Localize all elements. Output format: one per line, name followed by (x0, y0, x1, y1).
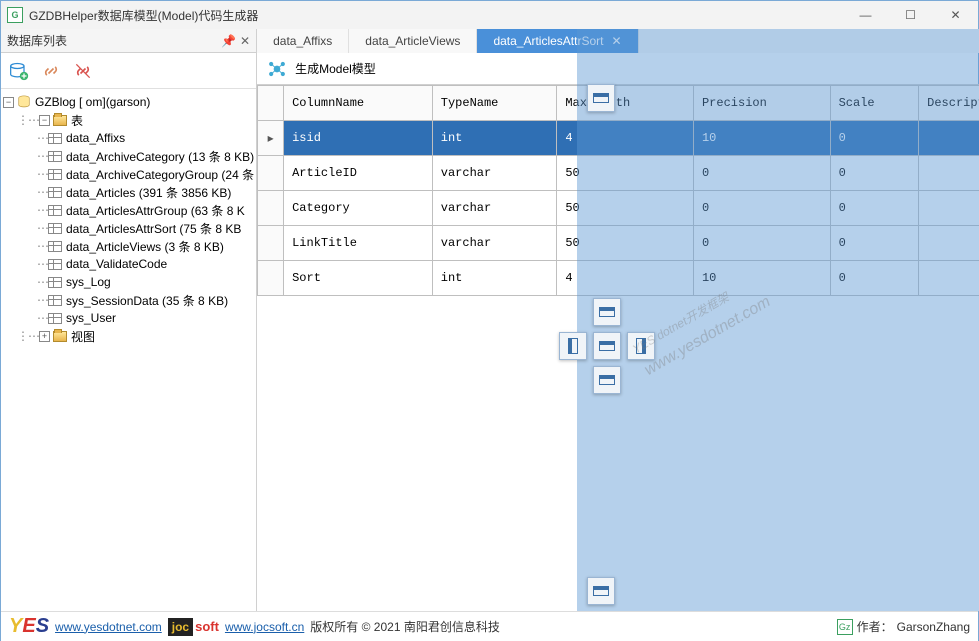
tab[interactable]: data_ArticleViews (349, 29, 477, 53)
table-row[interactable]: ArticleIDvarchar5000 (258, 156, 979, 191)
db-tree[interactable]: − GZBlog [ om](garson) ⋮⋯−表 ⋯data_Affixs… (1, 89, 256, 611)
table-node[interactable]: data_ArticleViews (3 条 8 KB) (66, 238, 224, 255)
table-icon (48, 259, 62, 270)
table-icon (48, 241, 62, 252)
column-header[interactable]: Description (919, 86, 979, 121)
table-node[interactable]: data_ArticlesAttrSort (75 条 8 KB (66, 220, 241, 237)
column-header[interactable]: Precision (693, 86, 830, 121)
folder-icon (53, 115, 67, 126)
maximize-button[interactable]: ☐ (888, 1, 933, 29)
model-icon (267, 59, 287, 79)
sidebar: 数据库列表 📌 ✕ − GZBlog [ om](garson) ⋮⋯−表 ⋯d… (1, 29, 257, 611)
link-yesdotnet[interactable]: www.yesdotnet.com (55, 620, 162, 634)
copyright: 版权所有 © 2021 南阳君创信息科技 (310, 618, 500, 635)
table-icon (48, 133, 62, 144)
add-db-icon[interactable] (9, 61, 29, 81)
tables-folder[interactable]: 表 (71, 112, 83, 129)
title-bar: G GZDBHelper数据库模型(Model)代码生成器 — ☐ ✕ (1, 1, 978, 29)
expander-icon[interactable]: − (39, 115, 50, 126)
data-grid[interactable]: ColumnNameTypeNameMaxLengthPrecisionScal… (257, 85, 979, 611)
pin-icon[interactable]: 📌 (221, 34, 236, 48)
tab-label: data_ArticlesAttrSort (493, 34, 603, 48)
table-icon (48, 295, 62, 306)
table-node[interactable]: data_ArchiveCategory (13 条 8 KB) (66, 148, 254, 165)
jocsoft-logo: jocsoft (168, 618, 219, 636)
table-icon (48, 205, 62, 216)
table-node[interactable]: sys_SessionData (35 条 8 KB) (66, 292, 228, 309)
table-icon (48, 151, 62, 162)
close-panel-icon[interactable]: ✕ (240, 34, 250, 48)
sidebar-toolbar (1, 53, 256, 89)
db-node[interactable]: GZBlog [ om](garson) (35, 95, 150, 109)
tab-bar: data_Affixs data_ArticleViews data_Article… (257, 29, 979, 53)
table-node[interactable]: data_Articles (391 条 3856 KB) (66, 184, 231, 201)
tab-label: data_Affixs (273, 34, 332, 48)
table-icon (48, 223, 62, 234)
sidebar-title: 数据库列表 (7, 32, 67, 49)
table-icon (48, 313, 62, 324)
column-header[interactable]: TypeName (432, 86, 557, 121)
row-indicator (258, 156, 284, 191)
yes-logo: YES (9, 615, 49, 638)
table-node[interactable]: data_ArchiveCategoryGroup (24 条 (66, 166, 254, 183)
table-node[interactable]: data_ValidateCode (66, 257, 167, 271)
app-icon: G (7, 7, 23, 23)
row-indicator (258, 191, 284, 226)
minimize-button[interactable]: — (843, 1, 888, 29)
column-header[interactable]: Scale (830, 86, 919, 121)
row-header (258, 86, 284, 121)
tab[interactable]: data_ArticlesAttrSort ✕ (477, 29, 638, 53)
column-header[interactable]: MaxLength (557, 86, 694, 121)
table-icon (48, 277, 62, 288)
table-row[interactable]: LinkTitlevarchar5000 (258, 226, 979, 261)
tab-close-icon[interactable]: ✕ (611, 34, 621, 48)
table-icon (48, 187, 62, 198)
database-icon (17, 95, 31, 109)
table-row[interactable]: ▸isidint4100 (258, 121, 979, 156)
table-node[interactable]: data_ArticlesAttrGroup (63 条 8 K (66, 202, 245, 219)
row-indicator: ▸ (258, 121, 284, 156)
table-node[interactable]: sys_User (66, 311, 116, 325)
dock-top-edge[interactable] (587, 84, 615, 112)
sidebar-header: 数据库列表 📌 ✕ (1, 29, 256, 53)
dock-bottom-edge[interactable] (587, 577, 615, 605)
folder-icon (53, 331, 67, 342)
expander-icon[interactable]: − (3, 97, 14, 108)
unlink-icon[interactable] (73, 61, 93, 81)
tab[interactable]: data_Affixs (257, 29, 349, 53)
table-row[interactable]: Categoryvarchar5000 (258, 191, 979, 226)
tab-label: data_ArticleViews (365, 34, 460, 48)
sub-header: 生成Model模型 (257, 53, 979, 85)
table-icon (48, 169, 62, 180)
table-node[interactable]: data_Affixs (66, 131, 125, 145)
close-button[interactable]: ✕ (933, 1, 978, 29)
subheader-title: 生成Model模型 (295, 60, 376, 77)
views-folder[interactable]: 视图 (71, 328, 95, 345)
link-icon[interactable] (41, 61, 61, 81)
table-row[interactable]: Sortint4100 (258, 261, 979, 296)
footer: YES www.yesdotnet.com jocsoft www.jocsof… (1, 611, 978, 641)
author-badge-icon: Gz (837, 619, 853, 635)
table-node[interactable]: sys_Log (66, 275, 111, 289)
window-title: GZDBHelper数据库模型(Model)代码生成器 (29, 7, 258, 24)
row-indicator (258, 261, 284, 296)
content-area: data_Affixs data_ArticleViews data_Article… (257, 29, 979, 611)
link-jocsoft[interactable]: www.jocsoft.cn (225, 620, 304, 634)
row-indicator (258, 226, 284, 261)
author: Gz 作者：GarsonZhang (837, 618, 970, 635)
expander-icon[interactable]: + (39, 331, 50, 342)
column-header[interactable]: ColumnName (284, 86, 433, 121)
